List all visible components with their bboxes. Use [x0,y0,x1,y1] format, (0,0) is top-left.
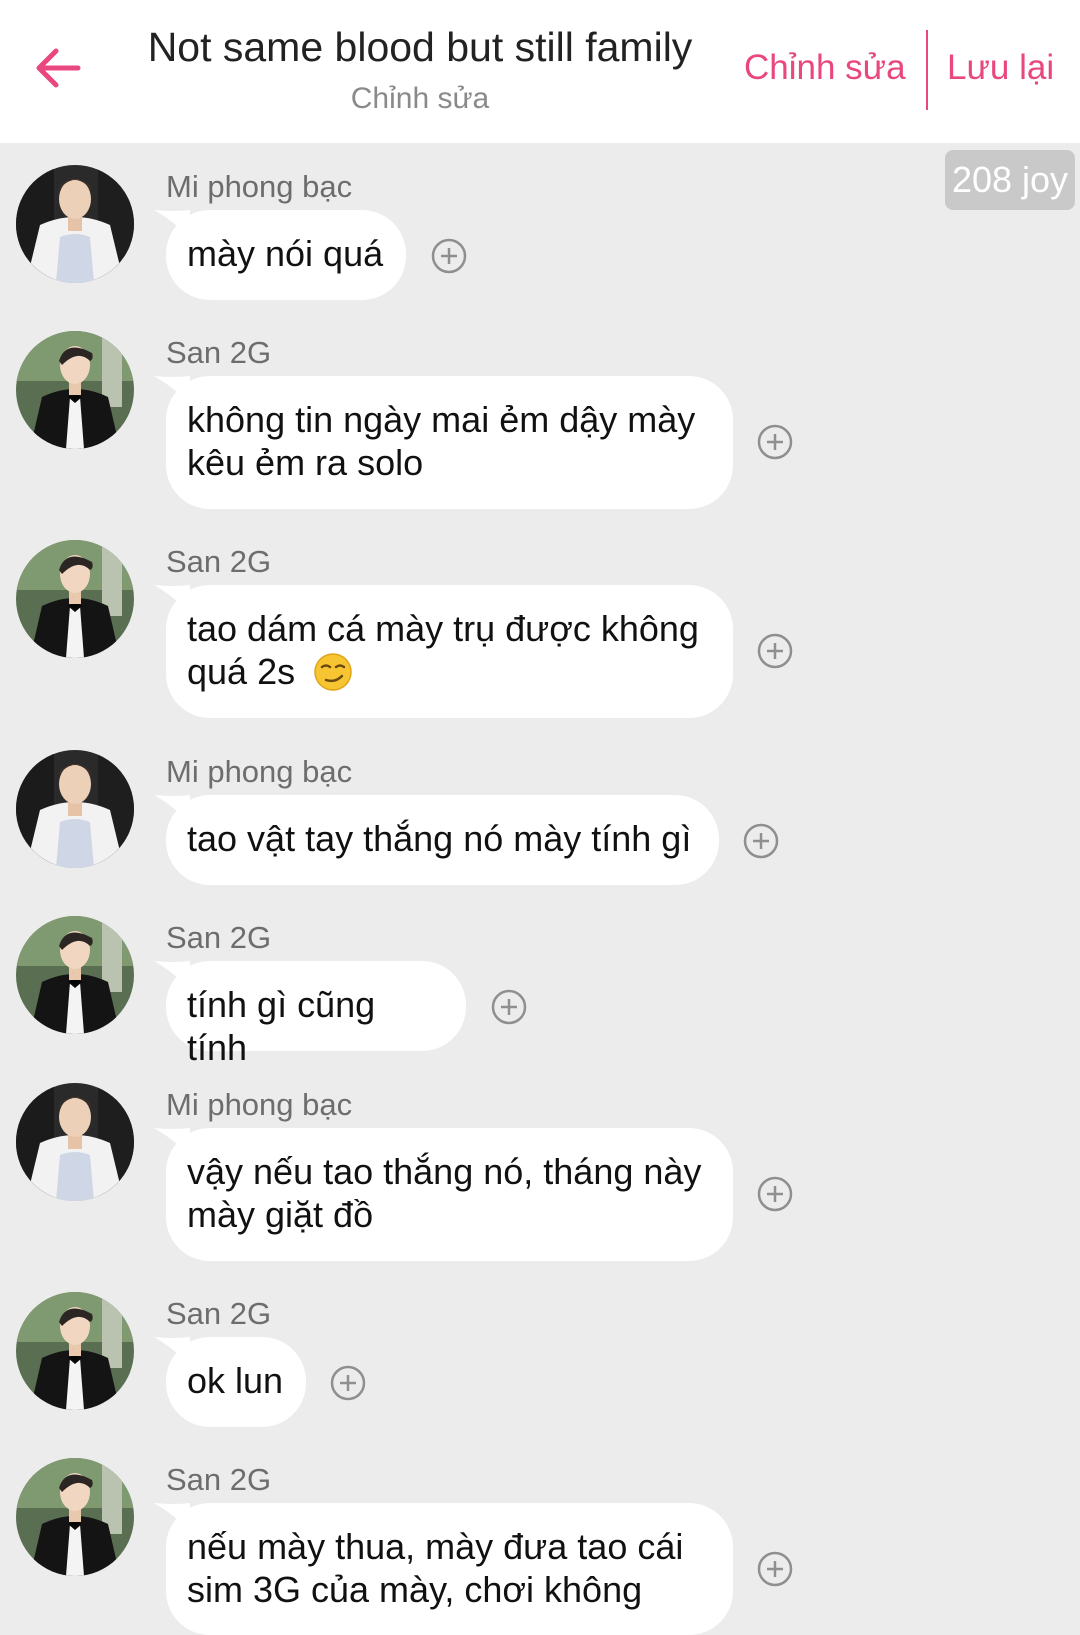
message-text: vậy nếu tao thắng nó, tháng này mày giặt… [187,1151,702,1235]
message-text: ok lun [187,1360,284,1401]
sender-name: San 2G [166,920,272,955]
message-bubble[interactable]: tao vật tay thắng nó mày tính gì [166,795,719,885]
message-item: Mi phong bạc tao vật tay thắng nó mày tí… [0,750,1080,890]
message-item: San 2G ok lun [0,1292,1080,1432]
message-bubble[interactable]: ok lun [166,1337,306,1427]
message-text: nếu mày thua, mày đưa tao cái sim 3G của… [187,1526,684,1610]
arrow-left-icon [36,48,81,88]
avatar[interactable] [16,916,134,1034]
message-text: tao vật tay thắng nó mày tính gì [187,818,692,859]
sender-name: San 2G [166,335,272,370]
plus-circle-icon[interactable] [757,633,793,669]
app-header: Not same blood but still family Chỉnh sử… [0,0,1080,143]
plus-circle-icon[interactable] [330,1365,366,1401]
message-text: tao dám cá mày trụ được không quá 2s [187,608,699,692]
back-button[interactable] [30,40,86,96]
message-text: tính gì cũng tính [187,984,376,1068]
avatar[interactable] [16,331,134,449]
plus-circle-icon[interactable] [431,238,467,274]
page-title: Not same blood but still family [147,24,693,70]
sender-name: San 2G [166,1462,272,1497]
message-item: Mi phong bạc vậy nếu tao thắng nó, tháng… [0,1083,1080,1273]
page-subtitle: Chỉnh sửa [350,82,490,115]
message-bubble[interactable]: mày nói quá [166,210,406,300]
edit-button[interactable]: Chỉnh sửa [744,48,906,88]
sender-name: San 2G [166,1296,272,1331]
message-text: mày nói quá [187,233,384,274]
plus-circle-icon[interactable] [757,1551,793,1587]
plus-circle-icon[interactable] [757,424,793,460]
message-bubble[interactable]: tính gì cũng tính [166,961,466,1068]
message-item: Mi phong bạc mày nói quá [0,165,1080,305]
header-divider [926,30,928,110]
avatar[interactable] [16,1083,134,1201]
avatar[interactable] [16,540,134,658]
plus-circle-icon[interactable] [757,1176,793,1212]
avatar[interactable] [16,1458,134,1576]
sender-name: Mi phong bạc [166,754,353,789]
message-item: San 2G tính gì cũng tính [0,916,1080,1068]
message-bubble[interactable]: không tin ngày mai ẻm dậy mày kêu ẻm ra … [166,376,733,509]
sender-name: Mi phong bạc [166,1087,353,1122]
message-item: San 2G không tin ngày mai ẻm dậy mày kêu… [0,331,1080,521]
smirk-emoji [314,653,352,691]
message-bubble[interactable]: tao dám cá mày trụ được không quá 2s [166,585,733,718]
sender-name: San 2G [166,544,272,579]
message-bubble[interactable]: vậy nếu tao thắng nó, tháng này mày giặt… [166,1128,733,1261]
sender-name: Mi phong bạc [166,169,353,204]
message-item: San 2G nếu mày thua, mày đưa tao cái sim… [0,1458,1080,1635]
avatar[interactable] [16,750,134,868]
plus-circle-icon[interactable] [743,823,779,859]
save-button[interactable]: Lưu lại [947,48,1054,88]
avatar[interactable] [16,165,134,283]
plus-circle-icon[interactable] [491,989,527,1025]
avatar[interactable] [16,1292,134,1410]
message-text: không tin ngày mai ẻm dậy mày kêu ẻm ra … [187,399,696,483]
message-bubble[interactable]: nếu mày thua, mày đưa tao cái sim 3G của… [166,1503,733,1635]
message-item: San 2G tao dám cá mày trụ được không quá… [0,540,1080,730]
